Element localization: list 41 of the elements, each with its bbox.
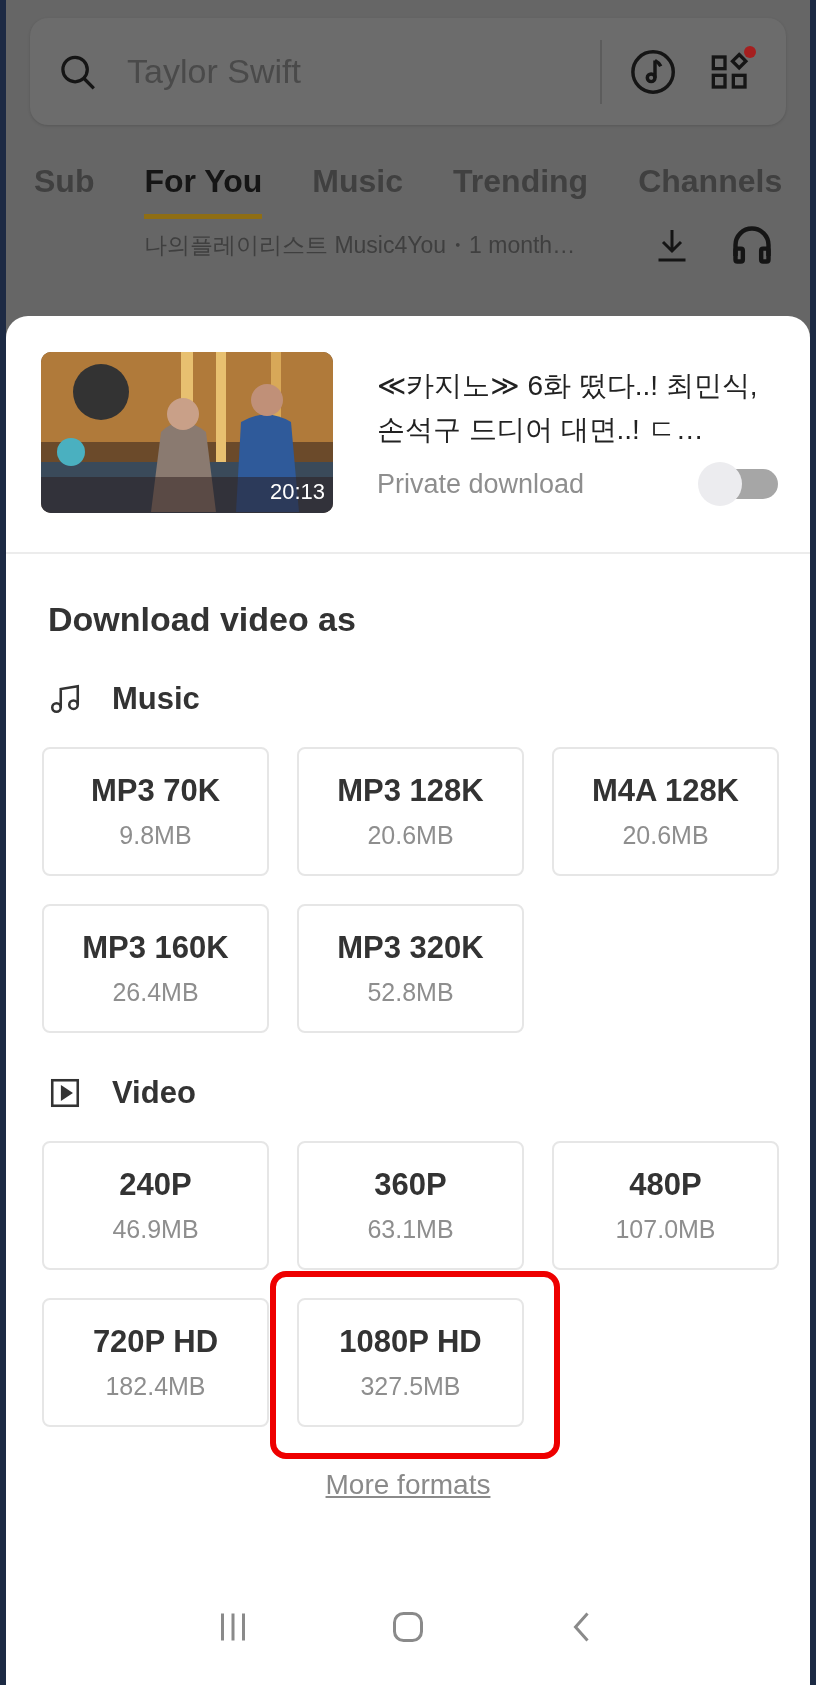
play-square-icon bbox=[48, 1076, 82, 1110]
format-option[interactable]: MP3 320K 52.8MB bbox=[297, 904, 524, 1033]
format-name: 240P bbox=[119, 1167, 192, 1203]
format-name: MP3 128K bbox=[337, 773, 484, 809]
format-name: 720P HD bbox=[92, 1324, 219, 1360]
format-name: MP3 320K bbox=[337, 930, 484, 966]
home-icon[interactable] bbox=[390, 1609, 426, 1645]
format-option[interactable]: M4A 128K 20.6MB bbox=[552, 747, 779, 876]
format-name: MP3 70K bbox=[90, 773, 221, 809]
toggle-label: Private download bbox=[377, 468, 585, 500]
file-size: 20.6MB bbox=[367, 821, 454, 850]
format-option[interactable]: MP3 70K 9.8MB bbox=[42, 747, 269, 876]
file-size: 46.9MB bbox=[112, 1215, 199, 1244]
section-title: Music bbox=[112, 681, 200, 717]
format-name: M4A 128K bbox=[592, 773, 739, 809]
format-option[interactable]: MP3 128K 20.6MB bbox=[297, 747, 524, 876]
file-size: 107.0MB bbox=[615, 1215, 716, 1244]
format-option[interactable]: 720P HD 182.4MB bbox=[42, 1298, 269, 1427]
file-size: 52.8MB bbox=[367, 978, 454, 1007]
music-note-icon bbox=[48, 682, 82, 716]
format-name: 360P bbox=[374, 1167, 447, 1203]
video-title: ≪카지노≫ 6화 떴다..! 최민식, 손석구 드디어 대면..! ㄷ… bbox=[377, 369, 759, 447]
sheet-heading: Download video as bbox=[47, 599, 357, 639]
headphones-icon[interactable] bbox=[730, 223, 774, 267]
format-name: 480P bbox=[629, 1167, 702, 1203]
apps-icon[interactable] bbox=[710, 51, 750, 92]
section-title: Video bbox=[112, 1075, 196, 1111]
format-name: MP3 160K bbox=[82, 930, 229, 966]
file-size: 26.4MB bbox=[112, 978, 199, 1007]
file-size: 9.8MB bbox=[119, 821, 192, 850]
file-size: 20.6MB bbox=[622, 821, 709, 850]
format-option[interactable]: 1080P HD 327.5MB bbox=[297, 1298, 524, 1427]
format-option[interactable]: MP3 160K 26.4MB bbox=[42, 904, 269, 1033]
file-size: 327.5MB bbox=[360, 1372, 461, 1401]
format-option[interactable]: 240P 46.9MB bbox=[42, 1141, 269, 1270]
file-size: 63.1MB bbox=[367, 1215, 454, 1244]
format-name: 1080P HD bbox=[339, 1324, 482, 1360]
format-option[interactable]: 360P 63.1MB bbox=[297, 1141, 524, 1270]
file-size: 182.4MB bbox=[105, 1372, 206, 1401]
format-option[interactable]: 480P 107.0MB bbox=[552, 1141, 779, 1270]
video-duration: 20:13 bbox=[269, 479, 325, 505]
